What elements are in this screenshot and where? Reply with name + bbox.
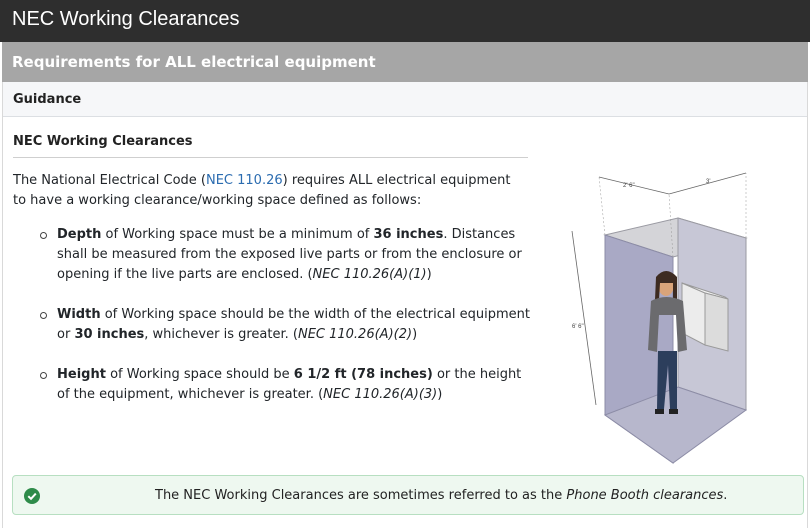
callout-text: The NEC Working Clearances are sometimes… bbox=[155, 488, 567, 503]
guidance-header: Guidance bbox=[3, 82, 807, 117]
callout-emphasis: Phone Booth clearances bbox=[566, 488, 724, 503]
page-title: NEC Working Clearances bbox=[12, 8, 240, 30]
depth-citation: NEC 110.26(A)(1) bbox=[312, 267, 427, 282]
guidance-content: NEC Working Clearances The National Elec… bbox=[13, 134, 533, 425]
term-width: Width bbox=[57, 307, 101, 322]
height-dimension-line bbox=[571, 230, 597, 406]
person-shoe-left bbox=[655, 409, 664, 414]
height-value: 6 1/2 ft (78 inches) bbox=[293, 367, 433, 382]
section-header: Requirements for ALL electrical equipmen… bbox=[2, 42, 808, 82]
requirements-list: Depth of Working space must be a minimum… bbox=[13, 225, 533, 405]
list-item-width: Width of Working space should be the wid… bbox=[13, 305, 533, 345]
callout-text-end: . bbox=[723, 488, 728, 503]
bullet-icon bbox=[40, 312, 47, 319]
list-item-depth: Depth of Working space must be a minimum… bbox=[13, 225, 533, 285]
depth-close: ) bbox=[426, 267, 432, 282]
info-callout: The NEC Working Clearances are sometimes… bbox=[12, 475, 804, 515]
width-text-rest: , whichever is greater. ( bbox=[144, 327, 298, 342]
term-height: Height bbox=[57, 367, 106, 382]
person-shoe-right bbox=[669, 409, 678, 414]
height-citation: NEC 110.26(A)(3) bbox=[323, 387, 438, 402]
content-title: NEC Working Clearances bbox=[13, 134, 528, 158]
list-item-height: Height of Working space should be 6 1/2 … bbox=[13, 365, 533, 405]
height-text: of Working space should be bbox=[105, 367, 294, 382]
depth-text: of Working space must be a minimum of bbox=[101, 227, 374, 242]
intro-paragraph: The National Electrical Code (NEC 110.26… bbox=[13, 171, 513, 211]
callout-message: The NEC Working Clearances are sometimes… bbox=[155, 488, 727, 503]
width-citation: NEC 110.26(A)(2) bbox=[297, 327, 413, 342]
nec-110-26-link[interactable]: NEC 110.26 bbox=[206, 173, 283, 188]
guidance-label: Guidance bbox=[13, 92, 82, 107]
height-dimension-label: 6' 6" bbox=[572, 324, 584, 330]
width-extension-line bbox=[598, 176, 606, 236]
section-header-title: Requirements for ALL electrical equipmen… bbox=[12, 53, 376, 71]
equipment-panel-side bbox=[704, 292, 729, 352]
clearance-box-diagram: 2' 6" 3' 6' 6" bbox=[571, 172, 748, 464]
width-dimension-label: 2' 6" bbox=[623, 183, 635, 189]
width-value: 30 inches bbox=[74, 327, 145, 342]
height-close: ) bbox=[437, 387, 443, 402]
intro-text-start: The National Electrical Code ( bbox=[13, 173, 206, 188]
bullet-icon bbox=[40, 372, 47, 379]
app-header: NEC Working Clearances bbox=[0, 0, 810, 42]
width-close: ) bbox=[412, 327, 418, 342]
bullet-icon bbox=[40, 232, 47, 239]
check-circle-icon bbox=[24, 488, 40, 504]
depth-value: 36 inches bbox=[373, 227, 444, 242]
depth-dimension-label: 3' bbox=[706, 179, 710, 185]
working-clearance-illustration: 2' 6" 3' 6' 6" bbox=[565, 165, 760, 465]
term-depth: Depth bbox=[57, 227, 102, 242]
